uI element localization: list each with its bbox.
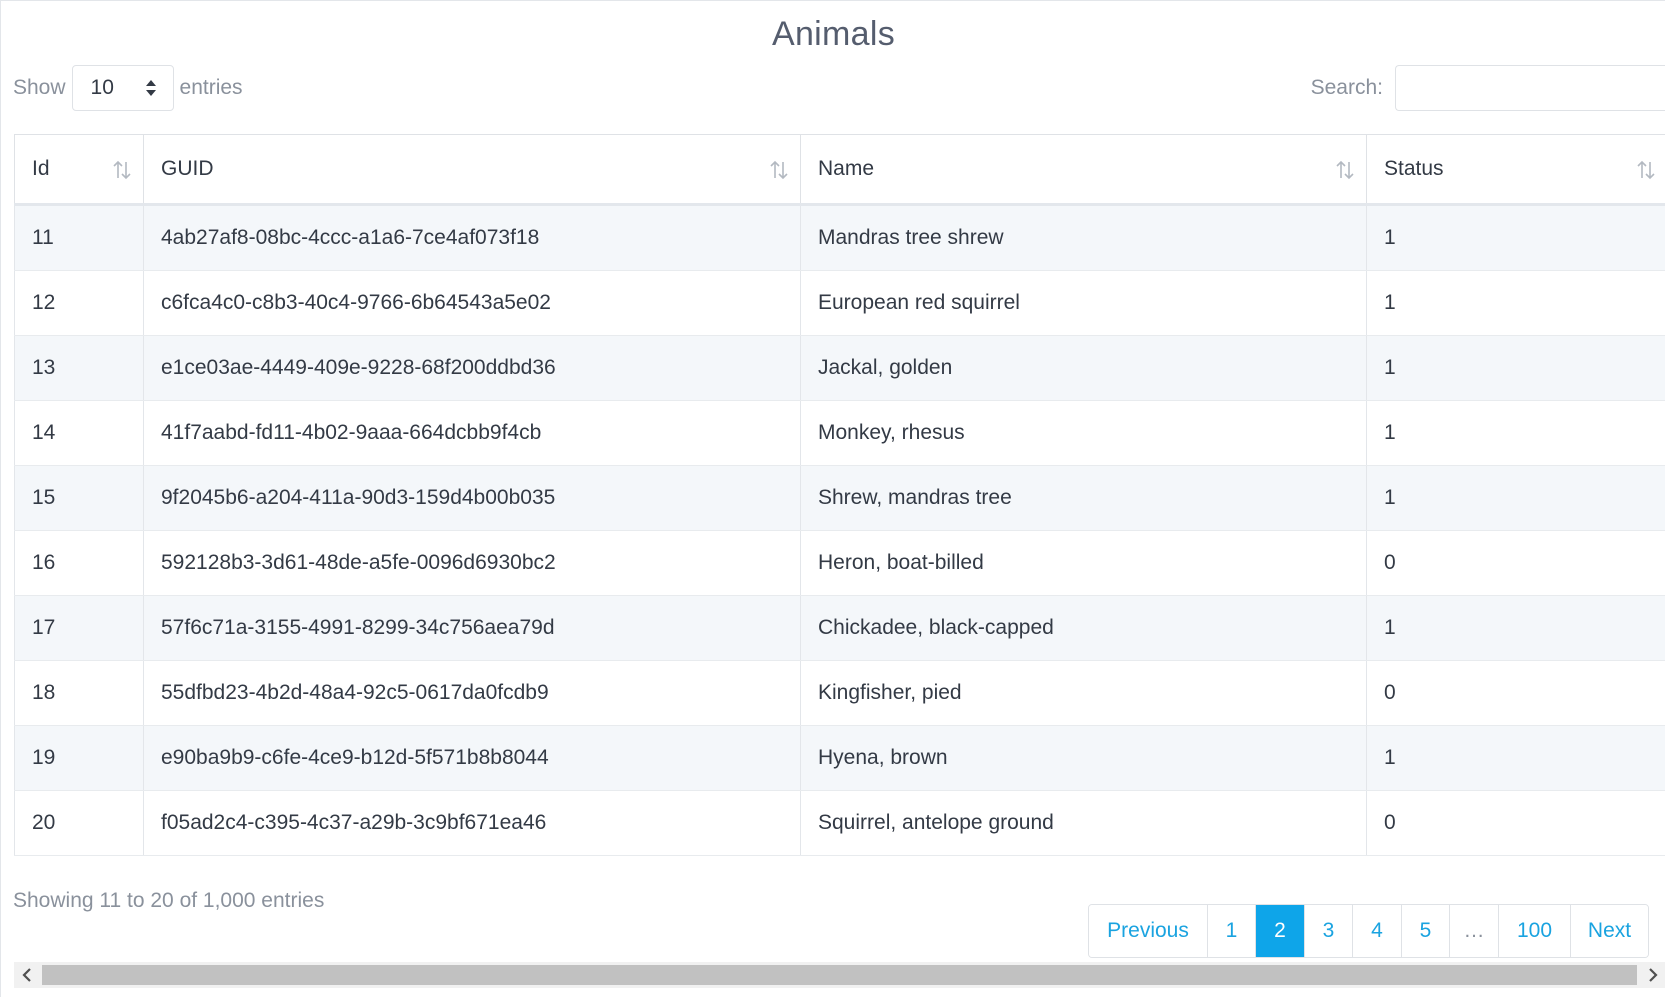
table-row: 18 55dfbd23-4b2d-48a4-92c5-0617da0fcdb9 … xyxy=(14,660,1665,726)
pagination-previous-button[interactable]: Previous xyxy=(1089,905,1207,957)
cell-guid: c6fca4c0-c8b3-40c4-9766-6b64543a5e02 xyxy=(143,270,801,336)
animals-table: Id GUID Name Status 11 4ab27af8-08bc-4cc… xyxy=(14,134,1665,856)
pagination-page-button-active[interactable]: 2 xyxy=(1255,905,1304,957)
table-row: 13 e1ce03ae-4449-409e-9228-68f200ddbd36 … xyxy=(14,335,1665,401)
column-header-name[interactable]: Name xyxy=(800,134,1367,206)
cell-name: Hyena, brown xyxy=(800,725,1367,791)
show-label: Show xyxy=(13,76,66,99)
cell-name: Heron, boat-billed xyxy=(800,530,1367,596)
cell-status: 0 xyxy=(1366,790,1665,856)
cell-status: 1 xyxy=(1366,400,1665,466)
column-header-label: Id xyxy=(32,157,50,180)
cell-guid: e90ba9b9-c6fe-4ce9-b12d-5f571b8b8044 xyxy=(143,725,801,791)
column-header-status[interactable]: Status xyxy=(1366,134,1665,206)
cell-guid: 592128b3-3d61-48de-a5fe-0096d6930bc2 xyxy=(143,530,801,596)
pagination-page-button[interactable]: 5 xyxy=(1401,905,1449,957)
cell-id: 18 xyxy=(14,660,144,726)
page-frame: Animals Show 10 entries Search: Id GUID … xyxy=(0,0,1665,997)
pagination-page-button[interactable]: 3 xyxy=(1304,905,1352,957)
scrollbar-thumb[interactable] xyxy=(42,965,1637,985)
table-row: 12 c6fca4c0-c8b3-40c4-9766-6b64543a5e02 … xyxy=(14,270,1665,336)
column-header-label: Name xyxy=(818,157,875,180)
cell-name: Squirrel, antelope ground xyxy=(800,790,1367,856)
cell-status: 1 xyxy=(1366,595,1665,661)
pagination: Previous 1 2 3 4 5 … 100 Next xyxy=(1088,904,1649,958)
entries-label: entries xyxy=(179,76,243,99)
table-row: 15 9f2045b6-a204-411a-90d3-159d4b00b035 … xyxy=(14,465,1665,531)
table-row: 11 4ab27af8-08bc-4ccc-a1a6-7ce4af073f18 … xyxy=(14,204,1665,271)
select-arrows-icon xyxy=(145,80,156,96)
cell-name: Kingfisher, pied xyxy=(800,660,1367,726)
entries-per-page-value: 10 xyxy=(90,76,114,99)
cell-name: Jackal, golden xyxy=(800,335,1367,401)
column-header-guid[interactable]: GUID xyxy=(143,134,801,206)
search-label: Search: xyxy=(1310,76,1383,99)
column-header-label: Status xyxy=(1384,157,1444,180)
table-row: 20 f05ad2c4-c395-4c37-a29b-3c9bf671ea46 … xyxy=(14,790,1665,856)
cell-id: 13 xyxy=(14,335,144,401)
column-header-id[interactable]: Id xyxy=(14,134,144,206)
column-header-label: GUID xyxy=(161,157,214,180)
cell-status: 1 xyxy=(1366,465,1665,531)
cell-status: 1 xyxy=(1366,270,1665,336)
pagination-page-button[interactable]: 1 xyxy=(1207,905,1255,957)
table-row: 14 41f7aabd-fd11-4b02-9aaa-664dcbb9f4cb … xyxy=(14,400,1665,466)
table-info-text: Showing 11 to 20 of 1,000 entries xyxy=(13,889,325,912)
cell-id: 12 xyxy=(14,270,144,336)
cell-status: 1 xyxy=(1366,335,1665,401)
sort-icon xyxy=(1636,160,1655,180)
page-title: Animals xyxy=(771,15,896,53)
cell-guid: 41f7aabd-fd11-4b02-9aaa-664dcbb9f4cb xyxy=(143,400,801,466)
horizontal-scrollbar[interactable] xyxy=(14,962,1665,988)
cell-id: 19 xyxy=(14,725,144,791)
cell-guid: 57f6c71a-3155-4991-8299-34c756aea79d xyxy=(143,595,801,661)
table-header-row: Id GUID Name Status xyxy=(14,134,1665,206)
cell-guid: e1ce03ae-4449-409e-9228-68f200ddbd36 xyxy=(143,335,801,401)
entries-per-page-select[interactable]: 10 xyxy=(71,65,174,111)
cell-status: 0 xyxy=(1366,660,1665,726)
search-control: Search: xyxy=(1311,65,1665,111)
cell-id: 11 xyxy=(14,204,144,271)
cell-name: Shrew, mandras tree xyxy=(800,465,1367,531)
sort-icon xyxy=(770,160,788,180)
cell-id: 16 xyxy=(14,530,144,596)
cell-status: 0 xyxy=(1366,530,1665,596)
cell-name: European red squirrel xyxy=(800,270,1367,336)
cell-name: Monkey, rhesus xyxy=(800,400,1367,466)
cell-name: Mandras tree shrew xyxy=(800,204,1367,271)
scroll-left-icon[interactable] xyxy=(14,962,40,988)
cell-id: 17 xyxy=(14,595,144,661)
length-control: Show 10 entries xyxy=(13,65,243,111)
cell-status: 1 xyxy=(1366,725,1665,791)
cell-status: 1 xyxy=(1366,204,1665,271)
cell-id: 14 xyxy=(14,400,144,466)
search-input[interactable] xyxy=(1395,65,1665,111)
scroll-right-icon[interactable] xyxy=(1640,962,1665,988)
cell-id: 15 xyxy=(14,465,144,531)
pagination-ellipsis: … xyxy=(1449,905,1498,957)
pagination-page-button[interactable]: 100 xyxy=(1498,905,1570,957)
sort-icon xyxy=(1336,160,1354,180)
sort-icon xyxy=(113,160,131,180)
cell-guid: 9f2045b6-a204-411a-90d3-159d4b00b035 xyxy=(143,465,801,531)
pagination-page-button[interactable]: 4 xyxy=(1352,905,1401,957)
cell-guid: 4ab27af8-08bc-4ccc-a1a6-7ce4af073f18 xyxy=(143,204,801,271)
pagination-next-button[interactable]: Next xyxy=(1570,905,1648,957)
cell-name: Chickadee, black-capped xyxy=(800,595,1367,661)
table-row: 17 57f6c71a-3155-4991-8299-34c756aea79d … xyxy=(14,595,1665,661)
cell-id: 20 xyxy=(14,790,144,856)
cell-guid: f05ad2c4-c395-4c37-a29b-3c9bf671ea46 xyxy=(143,790,801,856)
table-row: 19 e90ba9b9-c6fe-4ce9-b12d-5f571b8b8044 … xyxy=(14,725,1665,791)
table-row: 16 592128b3-3d61-48de-a5fe-0096d6930bc2 … xyxy=(14,530,1665,596)
cell-guid: 55dfbd23-4b2d-48a4-92c5-0617da0fcdb9 xyxy=(143,660,801,726)
